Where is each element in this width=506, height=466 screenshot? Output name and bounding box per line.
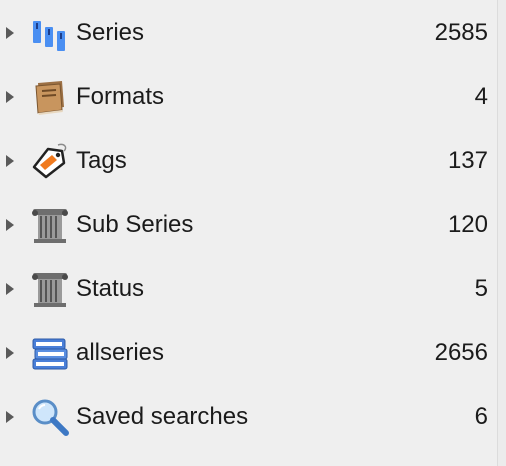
tag-browser-item-label: Tags (76, 147, 127, 174)
expand-arrow-icon[interactable] (6, 91, 14, 103)
tag-browser-item-label: Formats (76, 83, 165, 110)
expand-arrow-icon[interactable] (6, 27, 14, 39)
series-icon (30, 13, 70, 53)
tag-browser-item-label: Series (76, 19, 145, 46)
tag-browser-item-allseries[interactable]: allseries 2656 (0, 321, 498, 385)
tag-browser-item-saved-searches[interactable]: Saved searches 6 (0, 385, 498, 449)
tag-browser-item-tags[interactable]: Tags 137 (0, 129, 498, 193)
expand-arrow-icon[interactable] (6, 347, 14, 359)
tag-browser-item-label: Sub Series (76, 211, 194, 238)
tag-browser-item-count: 6 (474, 403, 488, 430)
book-icon (30, 77, 70, 117)
tag-browser-item-label: allseries (76, 339, 165, 366)
column-icon (30, 269, 70, 309)
books-stack-icon (30, 333, 70, 373)
tag-browser-item-label: Status (76, 275, 145, 302)
search-icon (30, 397, 70, 437)
tag-browser-item-count: 2656 (434, 339, 488, 366)
expand-arrow-icon[interactable] (6, 283, 14, 295)
tag-browser: Series 2585 Formats 4 Tags 137 Sub Serie… (0, 0, 498, 466)
expand-arrow-icon[interactable] (6, 155, 14, 167)
tag-browser-item-count: 2585 (434, 19, 488, 46)
expand-arrow-icon[interactable] (6, 219, 14, 231)
tag-browser-item-sub-series[interactable]: Sub Series 120 (0, 193, 498, 257)
tag-browser-item-series[interactable]: Series 2585 (0, 1, 498, 65)
tag-browser-item-count: 137 (447, 147, 488, 174)
column-icon (30, 205, 70, 245)
tag-browser-item-count: 120 (447, 211, 488, 238)
tag-browser-item-count: 4 (474, 83, 488, 110)
tag-browser-item-formats[interactable]: Formats 4 (0, 65, 498, 129)
tag-browser-item-label: Saved searches (76, 403, 249, 430)
tag-icon (30, 141, 70, 181)
expand-arrow-icon[interactable] (6, 411, 14, 423)
tag-browser-item-status[interactable]: Status 5 (0, 257, 498, 321)
tag-browser-item-count: 5 (474, 275, 488, 302)
